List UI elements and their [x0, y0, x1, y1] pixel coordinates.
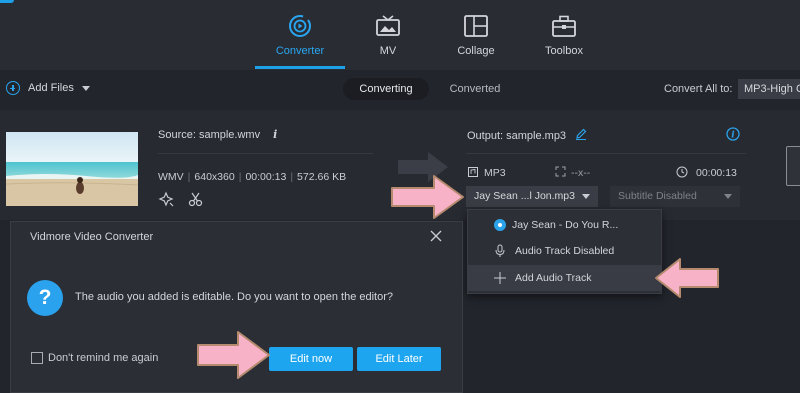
convert-all-label: Convert All to: [664, 83, 733, 95]
edit-now-button[interactable]: Edit now [269, 347, 353, 371]
tab-mv-label: MV [379, 45, 397, 57]
chevron-down-icon [724, 194, 732, 199]
svg-text:i: i [731, 131, 735, 141]
source-resolution: 640x360 [194, 171, 235, 183]
dropdown-item-label: Add Audio Track [515, 272, 592, 284]
source-duration: 00:00:13 [245, 171, 287, 183]
microphone-icon [495, 244, 505, 257]
dropdown-item-track[interactable]: Jay Sean - Do You R... [468, 212, 661, 238]
annotation-arrow-icon [655, 258, 719, 298]
mv-icon [376, 15, 400, 36]
tab-converter-label: Converter [275, 45, 325, 57]
source-filename: Source: sample.wmv i [158, 128, 277, 141]
dropdown-item-label: Jay Sean - Do You R... [512, 219, 619, 231]
video-thumbnail[interactable] [6, 132, 138, 206]
output-dims: --x-- [555, 166, 590, 179]
resize-icon [555, 166, 566, 177]
add-icon [6, 81, 20, 95]
dropdown-item-disabled[interactable]: Audio Track Disabled [468, 238, 661, 264]
add-files-button[interactable]: Add Files [6, 81, 90, 95]
question-icon: ? [27, 280, 63, 316]
output-info-icon[interactable]: i [726, 127, 740, 141]
annotation-arrow-icon [197, 331, 270, 379]
output-format: MP3 [467, 166, 506, 179]
audio-track-dropdown: Jay Sean - Do You R... Audio Track Disab… [467, 209, 662, 294]
dropdown-item-add-track[interactable]: Add Audio Track [468, 265, 661, 291]
divider [466, 153, 746, 154]
dropdown-item-label: Audio Track Disabled [515, 245, 615, 257]
edit-later-button[interactable]: Edit Later [357, 347, 441, 371]
magic-wand-icon[interactable] [158, 191, 174, 207]
output-duration-label: 00:00:13 [696, 167, 737, 179]
scissors-icon[interactable] [188, 192, 203, 207]
edit-pencil-icon[interactable] [575, 128, 587, 140]
audio-track-value: Jay Sean ...l Jon.mp3 [474, 190, 575, 202]
audio-file-icon [468, 167, 478, 177]
convert-all-select[interactable]: MP3-High Q [738, 79, 800, 99]
radio-selected-icon [494, 219, 506, 231]
dialog-message: The audio you added is editable. Do you … [75, 291, 394, 303]
source-meta: WMV | 640x360 | 00:00:13 | 572.66 KB [158, 171, 347, 183]
chevron-down-icon [582, 194, 590, 199]
output-format-label: MP3 [484, 167, 506, 179]
tab-toolbox[interactable]: Toolbox [519, 14, 609, 57]
source-size: 572.66 KB [297, 171, 347, 183]
output-settings-button[interactable] [786, 146, 800, 186]
beach-thumbnail-image [6, 132, 138, 206]
output-duration: 00:00:13 [676, 166, 737, 179]
subtitle-value: Subtitle Disabled [618, 190, 697, 202]
audio-track-select[interactable]: Jay Sean ...l Jon.mp3 [466, 186, 598, 207]
converter-icon [289, 15, 311, 37]
chevron-down-icon[interactable] [81, 85, 90, 91]
dont-remind-checkbox[interactable] [31, 352, 43, 364]
collage-icon [464, 15, 488, 37]
tab-converting[interactable]: Converting [343, 78, 429, 100]
toolbox-icon [552, 15, 576, 37]
active-tab-indicator [255, 66, 345, 69]
tab-collage[interactable]: Collage [431, 14, 521, 57]
clock-icon [676, 166, 688, 178]
close-icon[interactable] [428, 228, 444, 244]
tab-converter[interactable]: Converter [255, 14, 345, 57]
dialog-title: Vidmore Video Converter [30, 231, 154, 243]
output-dims-label: --x-- [571, 167, 591, 179]
add-files-label: Add Files [28, 82, 74, 94]
source-label: Source: sample.wmv [158, 129, 261, 141]
output-filename: Output: sample.mp3 [467, 128, 587, 142]
tab-mv[interactable]: MV [343, 14, 433, 57]
edit-tools [158, 191, 203, 207]
window-accent [0, 0, 14, 3]
tab-collage-label: Collage [457, 45, 495, 57]
output-label: Output: sample.mp3 [467, 130, 567, 142]
info-icon[interactable]: i [273, 128, 277, 141]
divider [158, 153, 373, 154]
plus-icon [494, 272, 506, 284]
tab-toolbox-label: Toolbox [545, 45, 583, 57]
source-format: WMV [158, 171, 184, 183]
tab-converted[interactable]: Converted [438, 78, 512, 100]
dont-remind-label[interactable]: Don't remind me again [48, 352, 158, 364]
annotation-arrow-icon [391, 175, 464, 219]
subtitle-select[interactable]: Subtitle Disabled [610, 186, 740, 207]
